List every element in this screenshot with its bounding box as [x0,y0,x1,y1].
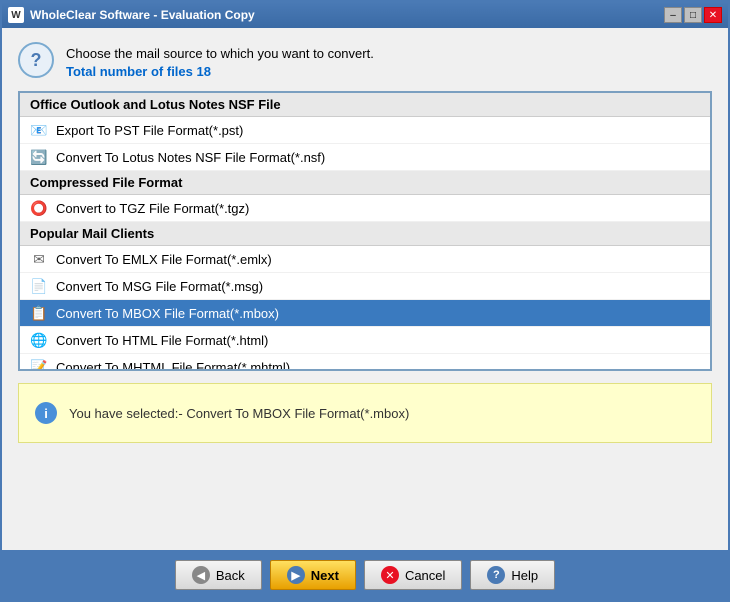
html-icon: 🌐 [30,331,48,349]
cancel-button[interactable]: ✕ Cancel [364,560,462,590]
back-label: Back [216,568,245,583]
list-item-tgz[interactable]: ⭕ Convert to TGZ File Format(*.tgz) [20,195,710,222]
mhtml-icon: 📝 [30,358,48,369]
next-label: Next [311,568,339,583]
list-item-nsf[interactable]: 🔄 Convert To Lotus Notes NSF File Format… [20,144,710,171]
back-button[interactable]: ◀ Back [175,560,262,590]
msg-icon: 📄 [30,277,48,295]
footer: ◀ Back ▶ Next ✕ Cancel ? Help [2,550,728,600]
html-label: Convert To HTML File Format(*.html) [56,333,268,348]
header-text: Choose the mail source to which you want… [66,42,374,79]
format-list-container: Office Outlook and Lotus Notes NSF File … [18,91,712,371]
nsf-icon: 🔄 [30,148,48,166]
close-button[interactable]: ✕ [704,7,722,23]
tgz-icon: ⭕ [30,199,48,217]
cancel-icon: ✕ [381,566,399,584]
pst-label: Export To PST File Format(*.pst) [56,123,243,138]
content-area: ? Choose the mail source to which you wa… [2,28,728,550]
selection-info-box: i You have selected:- Convert To MBOX Fi… [18,383,712,443]
mbox-icon: 📋 [30,304,48,322]
window-controls: – □ ✕ [664,7,722,23]
list-item-emlx[interactable]: ✉ Convert To EMLX File Format(*.emlx) [20,246,710,273]
title-bar: W WholeClear Software - Evaluation Copy … [2,2,728,28]
main-window: W WholeClear Software - Evaluation Copy … [0,0,730,602]
pst-icon: 📧 [30,121,48,139]
emlx-label: Convert To EMLX File Format(*.emlx) [56,252,272,267]
header-main-text: Choose the mail source to which you want… [66,46,374,61]
help-button[interactable]: ? Help [470,560,555,590]
list-item-html[interactable]: 🌐 Convert To HTML File Format(*.html) [20,327,710,354]
group-header-compressed: Compressed File Format [20,171,710,195]
list-item-msg[interactable]: 📄 Convert To MSG File Format(*.msg) [20,273,710,300]
list-item-pst[interactable]: 📧 Export To PST File Format(*.pst) [20,117,710,144]
msg-label: Convert To MSG File Format(*.msg) [56,279,263,294]
header-question-icon: ? [18,42,54,78]
header-section: ? Choose the mail source to which you wa… [18,42,712,79]
nsf-label: Convert To Lotus Notes NSF File Format(*… [56,150,325,165]
tgz-label: Convert to TGZ File Format(*.tgz) [56,201,249,216]
list-item-mhtml[interactable]: 📝 Convert To MHTML File Format(*.mhtml) [20,354,710,369]
info-icon: i [35,402,57,424]
minimize-button[interactable]: – [664,7,682,23]
next-button[interactable]: ▶ Next [270,560,356,590]
help-label: Help [511,568,538,583]
mhtml-label: Convert To MHTML File Format(*.mhtml) [56,360,290,370]
cancel-label: Cancel [405,568,445,583]
group-header-office-lotus: Office Outlook and Lotus Notes NSF File [20,93,710,117]
mbox-label: Convert To MBOX File Format(*.mbox) [56,306,279,321]
help-icon: ? [487,566,505,584]
group-header-popular: Popular Mail Clients [20,222,710,246]
list-item-mbox[interactable]: 📋 Convert To MBOX File Format(*.mbox) [20,300,710,327]
title-bar-left: W WholeClear Software - Evaluation Copy [8,7,255,23]
header-count-text: Total number of files 18 [66,64,374,79]
selection-info-text: You have selected:- Convert To MBOX File… [69,406,409,421]
maximize-button[interactable]: □ [684,7,702,23]
window-title: WholeClear Software - Evaluation Copy [30,8,255,22]
emlx-icon: ✉ [30,250,48,268]
next-icon: ▶ [287,566,305,584]
app-icon: W [8,7,24,23]
format-list[interactable]: Office Outlook and Lotus Notes NSF File … [20,93,710,369]
back-icon: ◀ [192,566,210,584]
